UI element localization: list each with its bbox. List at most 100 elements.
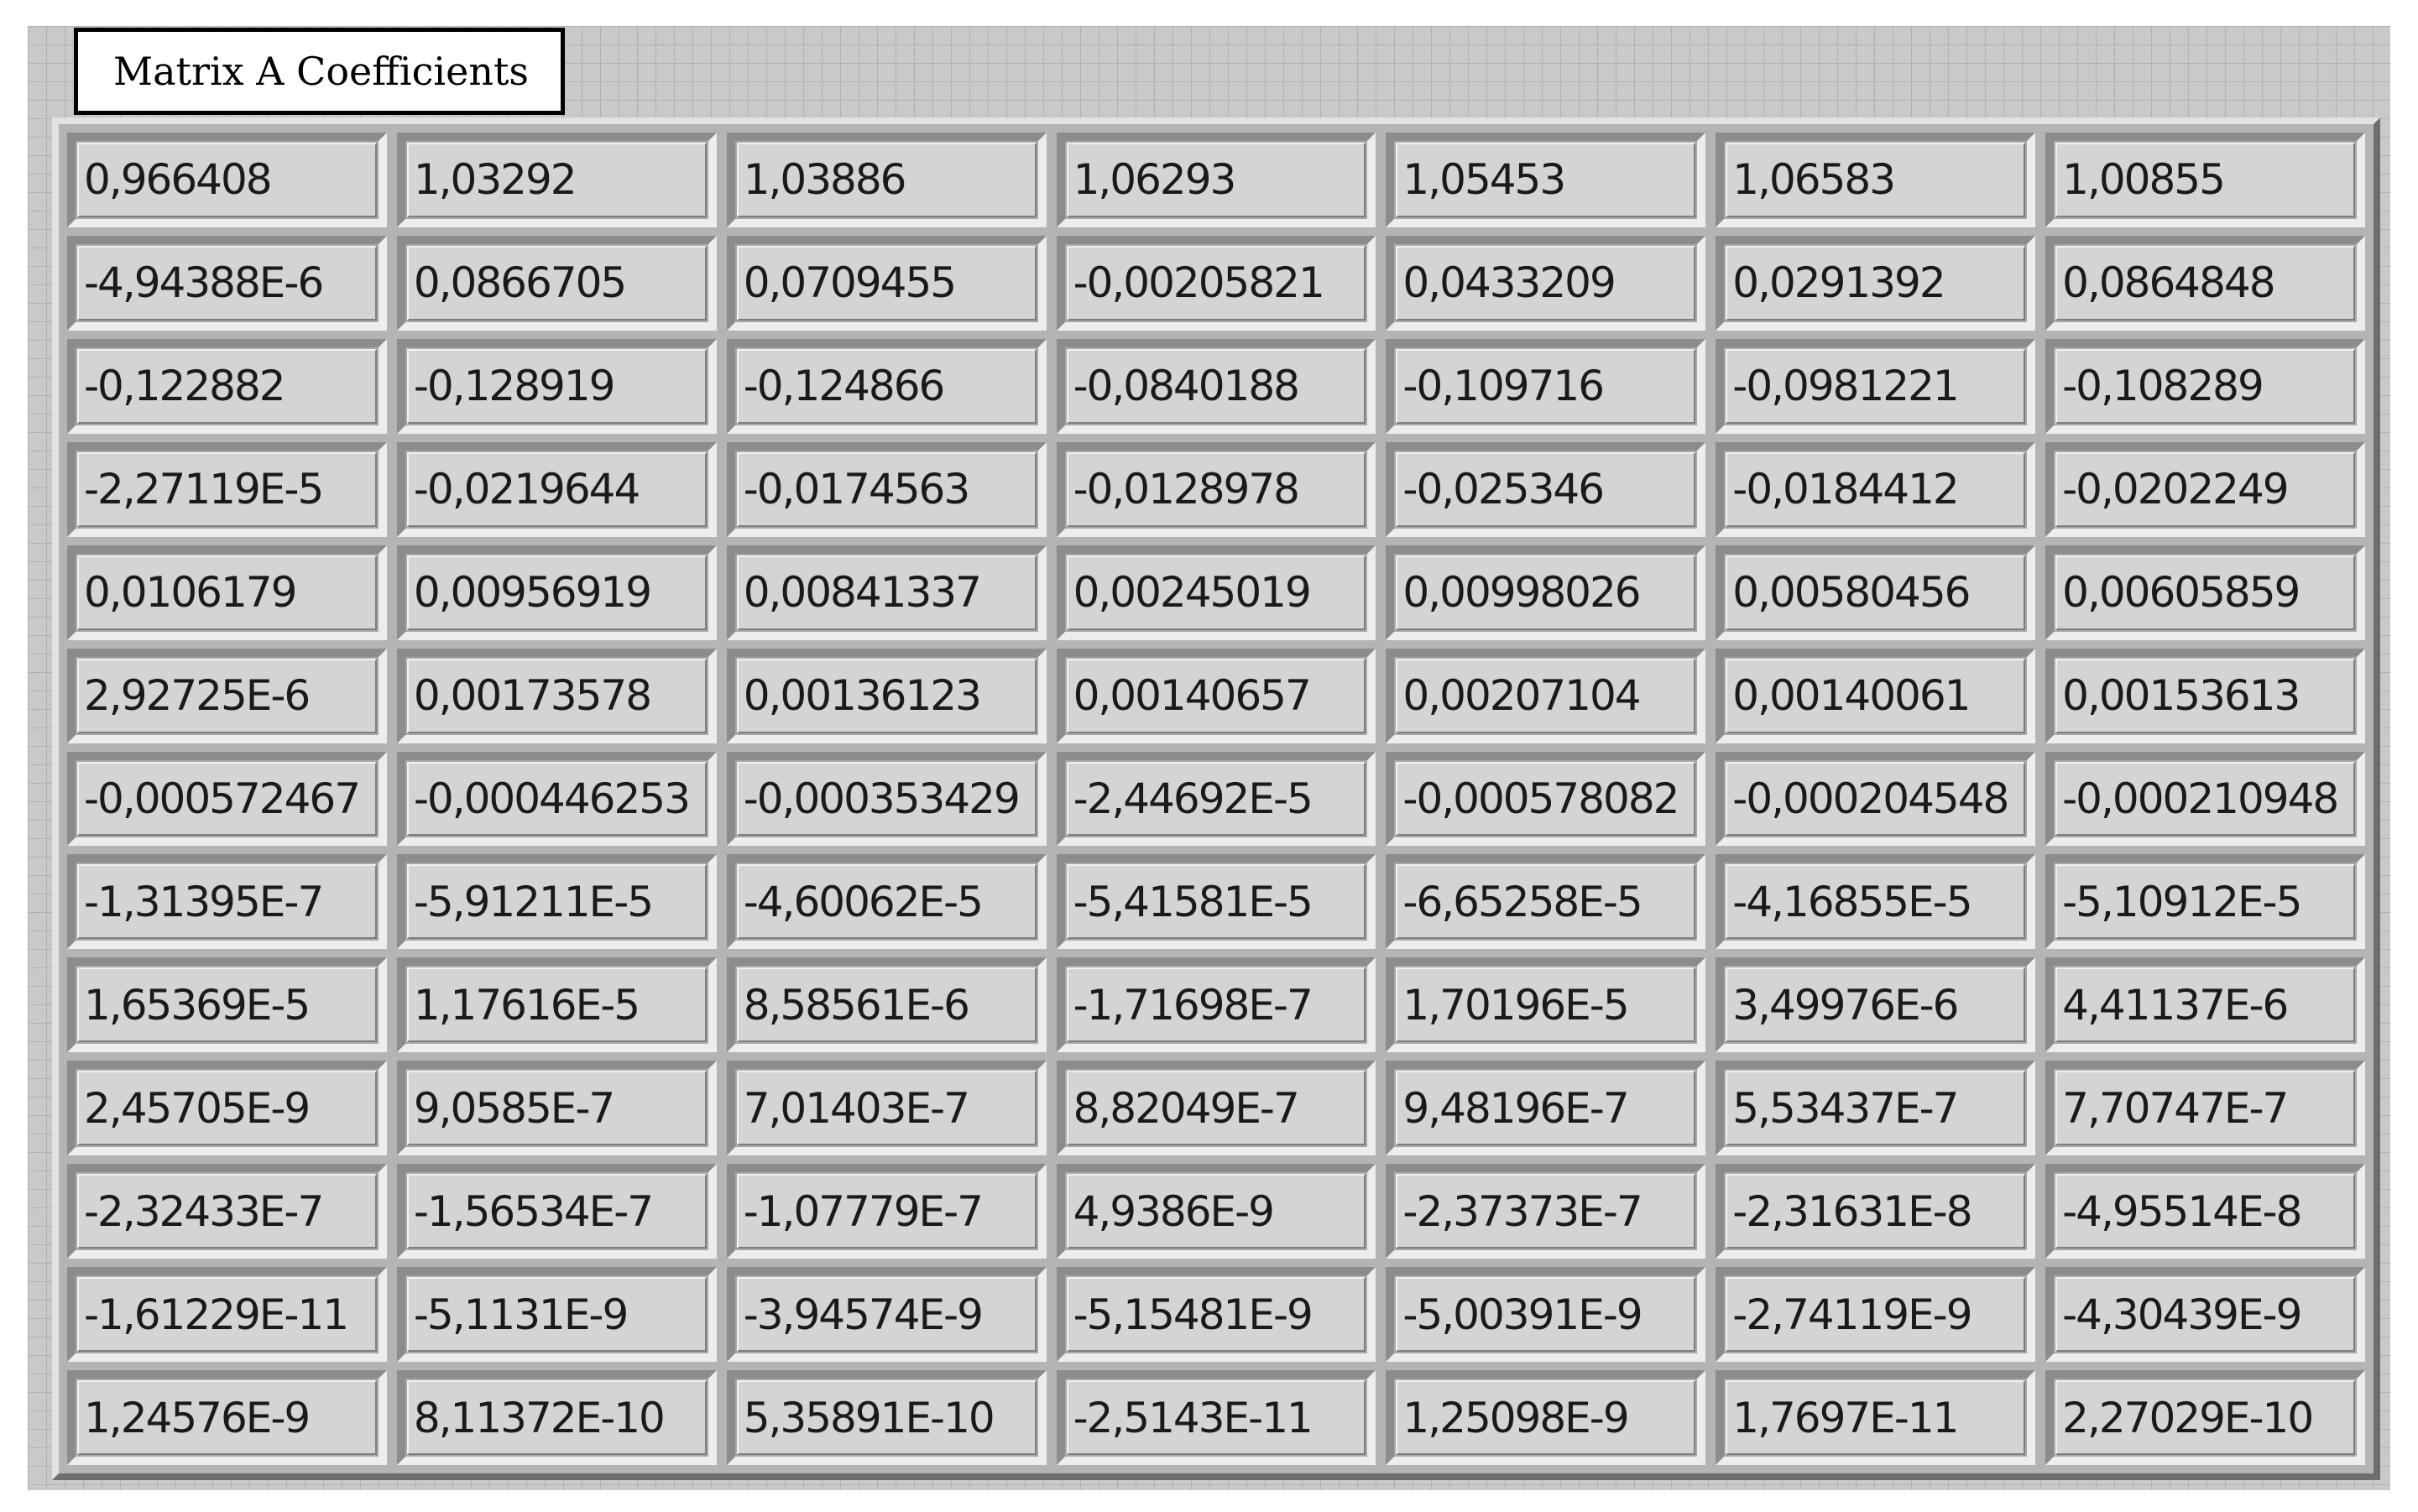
matrix-cell[interactable]: -0,128919	[406, 348, 707, 424]
matrix-cell[interactable]: -6,65258E-5	[1396, 864, 1696, 940]
matrix-cell[interactable]: 0,00140657	[1066, 658, 1366, 733]
matrix-cell[interactable]: -0,109716	[1396, 348, 1696, 424]
matrix-cell-frame: 1,03292	[396, 133, 717, 227]
matrix-cell[interactable]: -0,025346	[1396, 451, 1696, 527]
matrix-cell[interactable]: 0,00605859	[2055, 555, 2355, 630]
matrix-cell[interactable]: 1,03292	[406, 143, 707, 217]
matrix-cell[interactable]: 1,00855	[2055, 143, 2355, 217]
matrix-cell[interactable]: -5,91211E-5	[406, 864, 707, 940]
matrix-cell[interactable]: -2,27119E-5	[77, 451, 377, 527]
matrix-cell[interactable]: 2,92725E-6	[77, 658, 377, 733]
matrix-cell[interactable]: 5,35891E-10	[736, 1380, 1037, 1455]
matrix-cell[interactable]: -2,31631E-8	[1726, 1174, 2026, 1249]
matrix-cell[interactable]: 8,11372E-10	[406, 1380, 707, 1455]
matrix-cell[interactable]: 5,53437E-7	[1726, 1071, 2026, 1146]
matrix-cell[interactable]: -1,07779E-7	[736, 1174, 1037, 1249]
matrix-cell[interactable]: 0,966408	[77, 143, 377, 217]
matrix-cell[interactable]: -0,0219644	[406, 451, 707, 527]
matrix-cell-frame: 7,01403E-7	[726, 1061, 1047, 1156]
matrix-cell[interactable]: 7,01403E-7	[736, 1071, 1037, 1146]
matrix-cell-frame: 0,00605859	[2045, 545, 2365, 640]
matrix-cell[interactable]: 1,25098E-9	[1396, 1380, 1696, 1455]
matrix-cell[interactable]: 1,03886	[736, 143, 1037, 217]
matrix-cell[interactable]: 1,24576E-9	[77, 1380, 377, 1455]
matrix-cell[interactable]: 9,0585E-7	[406, 1071, 707, 1146]
matrix-cell[interactable]: -1,56534E-7	[406, 1174, 707, 1249]
matrix-cell-frame: 0,0866705	[396, 235, 717, 331]
matrix-cell[interactable]: 0,00140061	[1726, 658, 2026, 733]
matrix-cell[interactable]: -2,44692E-5	[1066, 761, 1366, 837]
matrix-cell[interactable]: 1,06293	[1066, 143, 1366, 217]
matrix-cell[interactable]: 1,06583	[1726, 143, 2026, 217]
matrix-cell[interactable]: -1,31395E-7	[77, 864, 377, 940]
matrix-cell[interactable]: 7,70747E-7	[2055, 1071, 2355, 1146]
matrix-cell-frame: -2,27119E-5	[67, 441, 387, 537]
matrix-cell[interactable]: 0,00580456	[1726, 555, 2026, 630]
matrix-cell[interactable]: -3,94574E-9	[736, 1277, 1037, 1353]
matrix-cell[interactable]: 1,7697E-11	[1726, 1380, 2026, 1455]
matrix-cell[interactable]: -4,30439E-9	[2055, 1277, 2355, 1353]
matrix-cell[interactable]: 0,0864848	[2055, 245, 2355, 321]
matrix-cell[interactable]: 2,27029E-10	[2055, 1380, 2355, 1455]
matrix-cell[interactable]: 8,82049E-7	[1066, 1071, 1366, 1146]
matrix-cell[interactable]: 0,0433209	[1396, 245, 1696, 321]
matrix-cell[interactable]: 0,00998026	[1396, 555, 1696, 630]
matrix-cell[interactable]: -0,122882	[77, 348, 377, 424]
matrix-cell[interactable]: -0,00205821	[1066, 245, 1366, 321]
matrix-cell-frame: -1,71698E-7	[1056, 957, 1376, 1053]
matrix-cell[interactable]: 9,48196E-7	[1396, 1071, 1696, 1146]
matrix-cell[interactable]: 0,0106179	[77, 555, 377, 630]
matrix-cell[interactable]: 2,45705E-9	[77, 1071, 377, 1146]
matrix-cell[interactable]: -4,60062E-5	[736, 864, 1037, 940]
matrix-cell[interactable]: 0,0291392	[1726, 245, 2026, 321]
matrix-cell[interactable]: -0,000210948	[2055, 761, 2355, 837]
matrix-cell[interactable]: -0,000353429	[736, 761, 1037, 837]
matrix-cell[interactable]: 0,00207104	[1396, 658, 1696, 733]
matrix-cell[interactable]: -2,5143E-11	[1066, 1380, 1366, 1455]
matrix-cell[interactable]: -5,10912E-5	[2055, 864, 2355, 940]
matrix-cell-frame: -5,15481E-9	[1056, 1267, 1376, 1363]
matrix-cell[interactable]: -1,71698E-7	[1066, 967, 1366, 1043]
matrix-cell[interactable]: 0,00956919	[406, 555, 707, 630]
matrix-cell[interactable]: 1,65369E-5	[77, 967, 377, 1043]
matrix-cell-frame: 4,41137E-6	[2045, 957, 2365, 1053]
matrix-cell[interactable]: 1,05453	[1396, 143, 1696, 217]
matrix-cell[interactable]: -0,0202249	[2055, 451, 2355, 527]
matrix-cell[interactable]: -5,1131E-9	[406, 1277, 707, 1353]
matrix-cell[interactable]: -0,000572467	[77, 761, 377, 837]
matrix-cell[interactable]: -5,15481E-9	[1066, 1277, 1366, 1353]
matrix-cell[interactable]: 0,0866705	[406, 245, 707, 321]
matrix-cell[interactable]: 0,00173578	[406, 658, 707, 733]
matrix-cell[interactable]: -0,0184412	[1726, 451, 2026, 527]
matrix-cell[interactable]: -0,108289	[2055, 348, 2355, 424]
matrix-cell[interactable]: -4,16855E-5	[1726, 864, 2026, 940]
matrix-cell[interactable]: 3,49976E-6	[1726, 967, 2026, 1043]
matrix-cell[interactable]: -0,0128978	[1066, 451, 1366, 527]
matrix-cell[interactable]: -0,124866	[736, 348, 1037, 424]
matrix-cell[interactable]: -2,32433E-7	[77, 1174, 377, 1249]
matrix-cell[interactable]: 1,17616E-5	[406, 967, 707, 1043]
matrix-cell[interactable]: -4,95514E-8	[2055, 1174, 2355, 1249]
matrix-cell-frame: -0,000210948	[2045, 751, 2365, 847]
matrix-cell[interactable]: -4,94388E-6	[77, 245, 377, 321]
matrix-cell[interactable]: 4,41137E-6	[2055, 967, 2355, 1043]
matrix-cell[interactable]: -1,61229E-11	[77, 1277, 377, 1353]
matrix-cell[interactable]: -0,000446253	[406, 761, 707, 837]
matrix-cell[interactable]: 8,58561E-6	[736, 967, 1037, 1043]
matrix-cell[interactable]: 4,9386E-9	[1066, 1174, 1366, 1249]
matrix-cell[interactable]: 0,00153613	[2055, 658, 2355, 733]
matrix-cell[interactable]: -0,000204548	[1726, 761, 2026, 837]
matrix-cell[interactable]: 0,00136123	[736, 658, 1037, 733]
matrix-cell[interactable]: 0,0709455	[736, 245, 1037, 321]
matrix-cell[interactable]: -5,00391E-9	[1396, 1277, 1696, 1353]
matrix-cell[interactable]: -2,74119E-9	[1726, 1277, 2026, 1353]
matrix-cell[interactable]: 0,00245019	[1066, 555, 1366, 630]
matrix-cell[interactable]: -0,000578082	[1396, 761, 1696, 837]
matrix-cell[interactable]: -0,0840188	[1066, 348, 1366, 424]
matrix-cell[interactable]: -0,0981221	[1726, 348, 2026, 424]
matrix-cell[interactable]: -2,37373E-7	[1396, 1174, 1696, 1249]
matrix-cell[interactable]: 0,00841337	[736, 555, 1037, 630]
matrix-cell[interactable]: -5,41581E-5	[1066, 864, 1366, 940]
matrix-cell[interactable]: 1,70196E-5	[1396, 967, 1696, 1043]
matrix-cell[interactable]: -0,0174563	[736, 451, 1037, 527]
